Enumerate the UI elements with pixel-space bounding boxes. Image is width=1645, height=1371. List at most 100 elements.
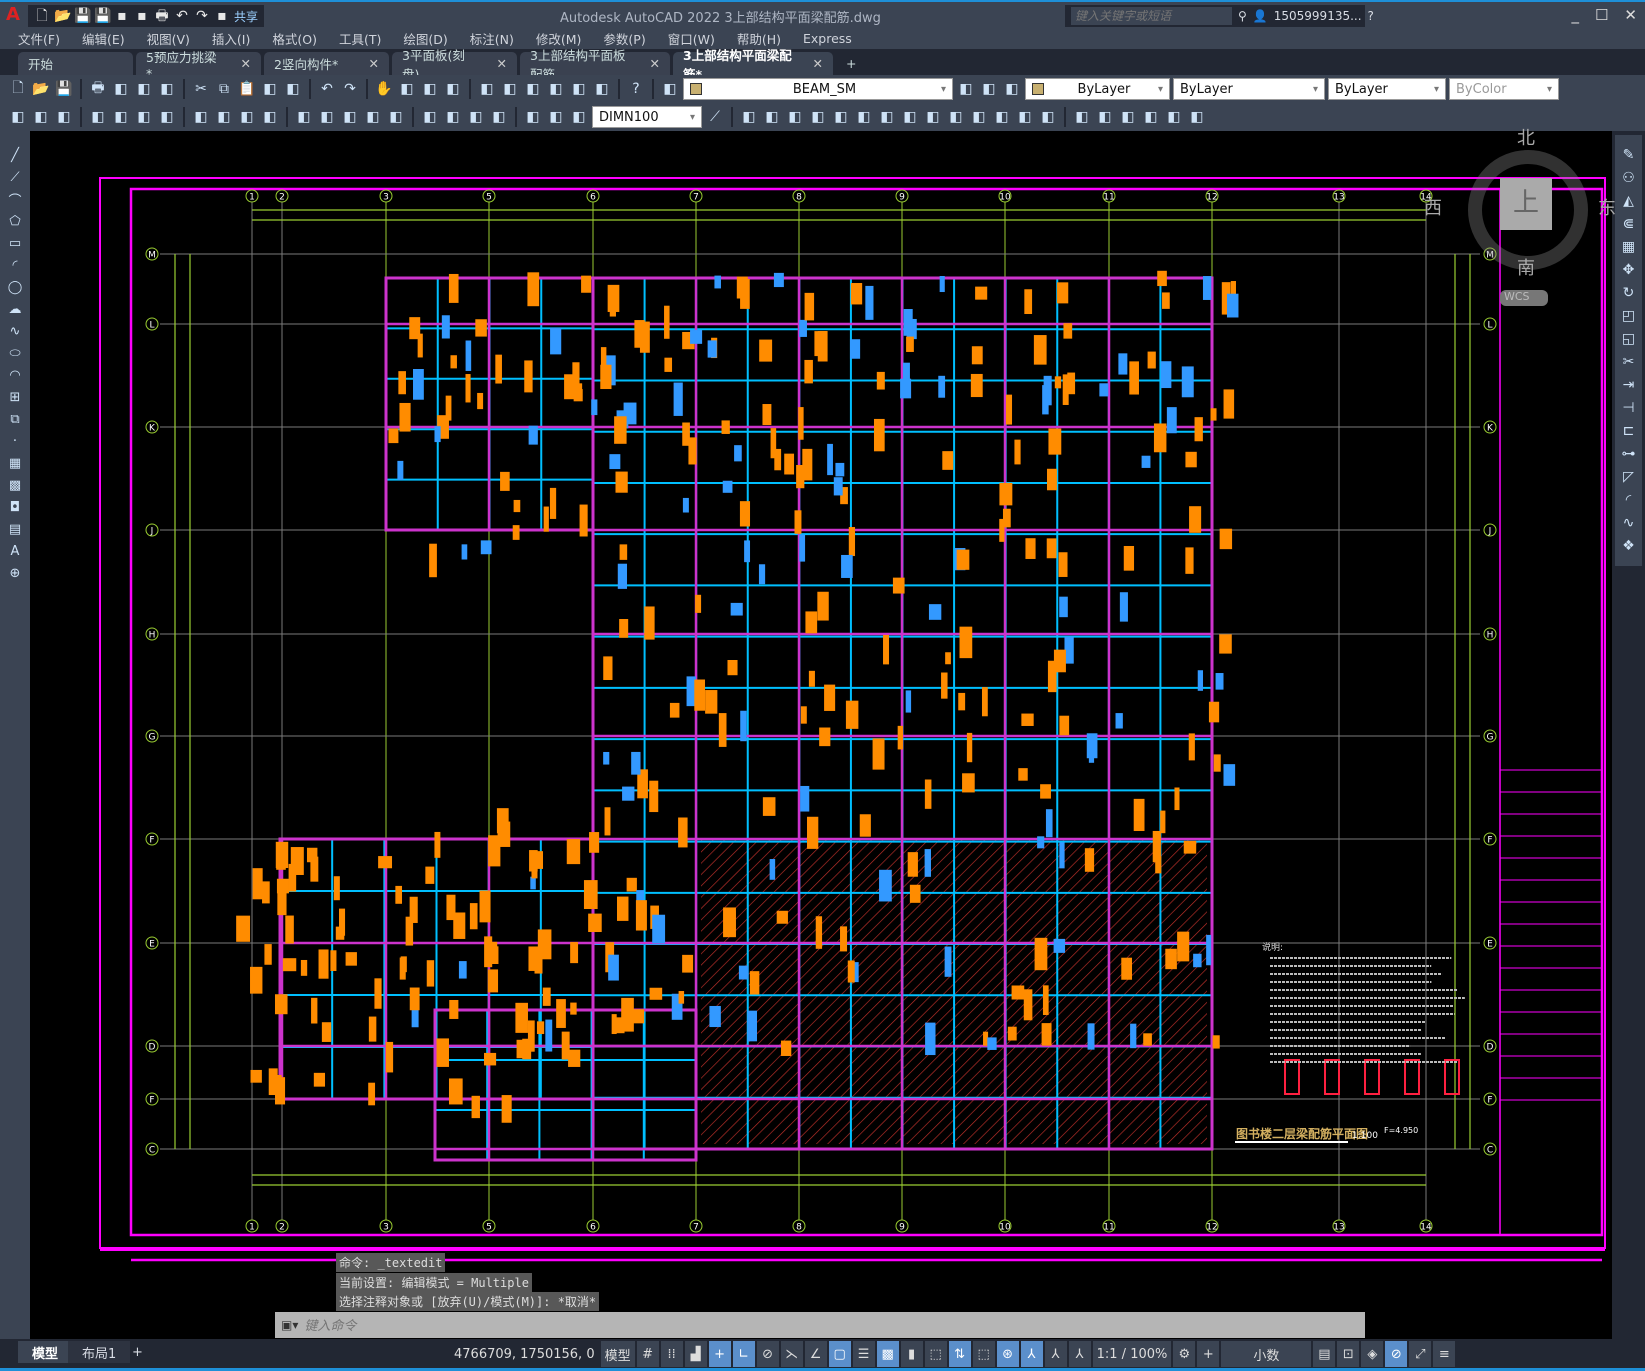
linear-dim-icon[interactable]: ◧ (88, 107, 108, 127)
slice-icon[interactable]: ◧ (946, 107, 966, 127)
close-tab-icon[interactable]: ✕ (369, 56, 379, 71)
web-icon[interactable]: ◧ (157, 79, 177, 99)
share-button[interactable]: 共享 (234, 8, 258, 25)
layer-match-icon[interactable]: ◧ (956, 79, 976, 99)
save-as-icon[interactable]: 💾 (94, 8, 111, 24)
search-input[interactable] (1071, 7, 1232, 25)
new-tab-button[interactable]: + (836, 52, 866, 75)
blend-icon[interactable]: ∿ (1619, 513, 1639, 533)
pan-icon[interactable]: ✋ (374, 79, 394, 99)
polyline-icon[interactable]: ⌒ (5, 189, 25, 209)
clean-icon[interactable]: ◧ (1015, 107, 1035, 127)
drawing-canvas[interactable]: 1 1 2 2 3 3 5 5 6 6 7 7 8 8 9 9 10 10 11 11 12 12 13 13 14 14 M M L L… (30, 131, 1612, 1339)
fillet-icon[interactable]: ◜ (1619, 490, 1639, 510)
layer-icon[interactable]: ◧ (54, 107, 74, 127)
spline-icon[interactable]: ∿ (5, 321, 25, 341)
imprint-icon[interactable]: ◧ (992, 107, 1012, 127)
add-layout-button[interactable]: + (118, 1341, 157, 1363)
hardware-acceleration-icon[interactable]: ⊘ (1385, 1341, 1408, 1367)
calculator-icon[interactable]: ◧ (592, 79, 612, 99)
menu-item[interactable]: Express (803, 31, 852, 46)
viewcube-top-face[interactable]: 上 (1500, 178, 1552, 230)
customize-icon[interactable]: ▪ (214, 8, 230, 24)
quick-dim-icon[interactable]: ◧ (294, 107, 314, 127)
box-icon[interactable]: ◧ (739, 107, 759, 127)
subtract-icon[interactable]: ◧ (785, 107, 805, 127)
close-tab-icon[interactable]: ✕ (650, 56, 660, 71)
menu-item[interactable]: 格式(O) (272, 29, 317, 48)
continue-icon[interactable]: ◧ (340, 107, 360, 127)
ellipse-arc-icon[interactable]: ◠ (5, 365, 25, 385)
menu-item[interactable]: 文件(F) (18, 29, 60, 48)
dim-edit-icon[interactable]: ◧ (523, 107, 543, 127)
chevron-down-icon[interactable]: ▾ (1158, 84, 1163, 95)
gradient-icon[interactable]: ▩ (5, 475, 25, 495)
make-block-icon[interactable]: ⧉ (5, 409, 25, 429)
lock-ui-icon[interactable]: ⊡ (1337, 1341, 1360, 1367)
match-properties-icon[interactable]: ◧ (260, 79, 280, 99)
zoom-realtime-icon[interactable]: ◧ (397, 79, 417, 99)
ortho-icon[interactable]: ∟ (732, 1341, 755, 1367)
mirror-icon[interactable]: ◭ (1619, 191, 1639, 211)
angular-icon[interactable]: ◧ (260, 107, 280, 127)
gizmo-icon[interactable]: ⊛ (996, 1341, 1019, 1367)
save-icon[interactable]: 💾 (74, 8, 91, 24)
viewcube-east[interactable]: 东 (1598, 194, 1616, 220)
annotation-scale-icon[interactable]: ⅄ (1068, 1341, 1091, 1367)
layer-states-icon[interactable]: ◧ (1002, 79, 1022, 99)
array-icon[interactable]: ▦ (1619, 237, 1639, 257)
transparency-icon[interactable]: ▩ (876, 1341, 899, 1367)
break-icon[interactable]: ◧ (386, 107, 406, 127)
region-icon[interactable]: ◘ (5, 497, 25, 517)
polar-icon[interactable]: ⊘ (756, 1341, 779, 1367)
explode-icon[interactable]: ❖ (1619, 536, 1639, 556)
lineweight-dropdown[interactable]: ByLayer ▾ (1328, 78, 1446, 100)
rectangle-icon[interactable]: ▭ (5, 233, 25, 253)
dynamic-input-icon[interactable]: + (708, 1341, 731, 1367)
zoom-previous-icon[interactable]: ◧ (443, 79, 463, 99)
snap-icon[interactable]: ⁞⁞ (660, 1341, 683, 1367)
autocad-logo-icon[interactable]: A (6, 4, 20, 25)
cut-icon[interactable]: ✂ (191, 79, 211, 99)
quick-properties-icon[interactable]: ▤ (1313, 1341, 1336, 1367)
chevron-down-icon[interactable]: ▾ (690, 112, 695, 123)
ordinate-icon[interactable]: ◧ (157, 107, 177, 127)
ucs-menu[interactable]: WCS (1500, 290, 1548, 306)
new-icon[interactable]: 🗋 (34, 8, 50, 24)
solid-edit-icon[interactable]: ◧ (1164, 107, 1184, 127)
tab-file[interactable]: 3上部结构平面梁配筋* ✕ (673, 48, 833, 82)
add-selected-icon[interactable]: ⊕ (5, 563, 25, 583)
coordinates-readout[interactable]: 4766709, 1750156, 0 (450, 1341, 599, 1367)
chamfer-icon[interactable]: ◸ (1619, 467, 1639, 487)
block-editor-icon[interactable]: ◧ (283, 79, 303, 99)
erase-icon[interactable]: ✎ (1619, 145, 1639, 165)
plotstyle-dropdown[interactable]: ByColor ▾ (1449, 78, 1559, 100)
save-icon[interactable]: 💾 (54, 79, 74, 99)
layer-dropdown[interactable]: BEAM_SM ▾ (683, 78, 953, 100)
dimstyle-manager-icon[interactable]: ⟋ (705, 107, 725, 127)
tab-file[interactable]: 3上部结构平面板配筋 ✕ (520, 48, 670, 82)
units-dropdown[interactable]: 小数 (1221, 1341, 1312, 1367)
tolerance-icon[interactable]: ◧ (420, 107, 440, 127)
annotation-monitor-icon[interactable]: + (1197, 1341, 1220, 1367)
layer-properties-icon[interactable]: ◧ (660, 79, 680, 99)
hatch-icon[interactable]: ▦ (5, 453, 25, 473)
viewcube[interactable]: 北 西 东 南 上 WCS (1424, 128, 1616, 306)
ellipse-icon[interactable]: ⬭ (5, 343, 25, 363)
multiline-text-icon[interactable]: A (5, 541, 25, 561)
open-icon[interactable]: 📂 (54, 8, 71, 24)
chevron-down-icon[interactable]: ▾ (941, 84, 946, 95)
rotate-icon[interactable]: ↻ (1619, 283, 1639, 303)
arc-icon[interactable]: ◜ (5, 255, 25, 275)
viewcube-north[interactable]: 北 (1517, 124, 1535, 150)
customize-icon[interactable]: ▣▾ (281, 1318, 298, 1332)
menu-item[interactable]: 编辑(E) (82, 29, 125, 48)
solid-check-icon[interactable]: ◧ (1187, 107, 1207, 127)
infer-icon[interactable]: ▟ (684, 1341, 707, 1367)
dynamic-ucs-icon[interactable]: ⇅ (948, 1341, 971, 1367)
tab-file[interactable]: 开始 (18, 52, 133, 75)
trim-icon[interactable]: ✂ (1619, 352, 1639, 372)
split-icon[interactable]: ◧ (1141, 107, 1161, 127)
viewcube-west[interactable]: 西 (1424, 194, 1442, 220)
rotate-3d-icon[interactable]: ◧ (900, 107, 920, 127)
